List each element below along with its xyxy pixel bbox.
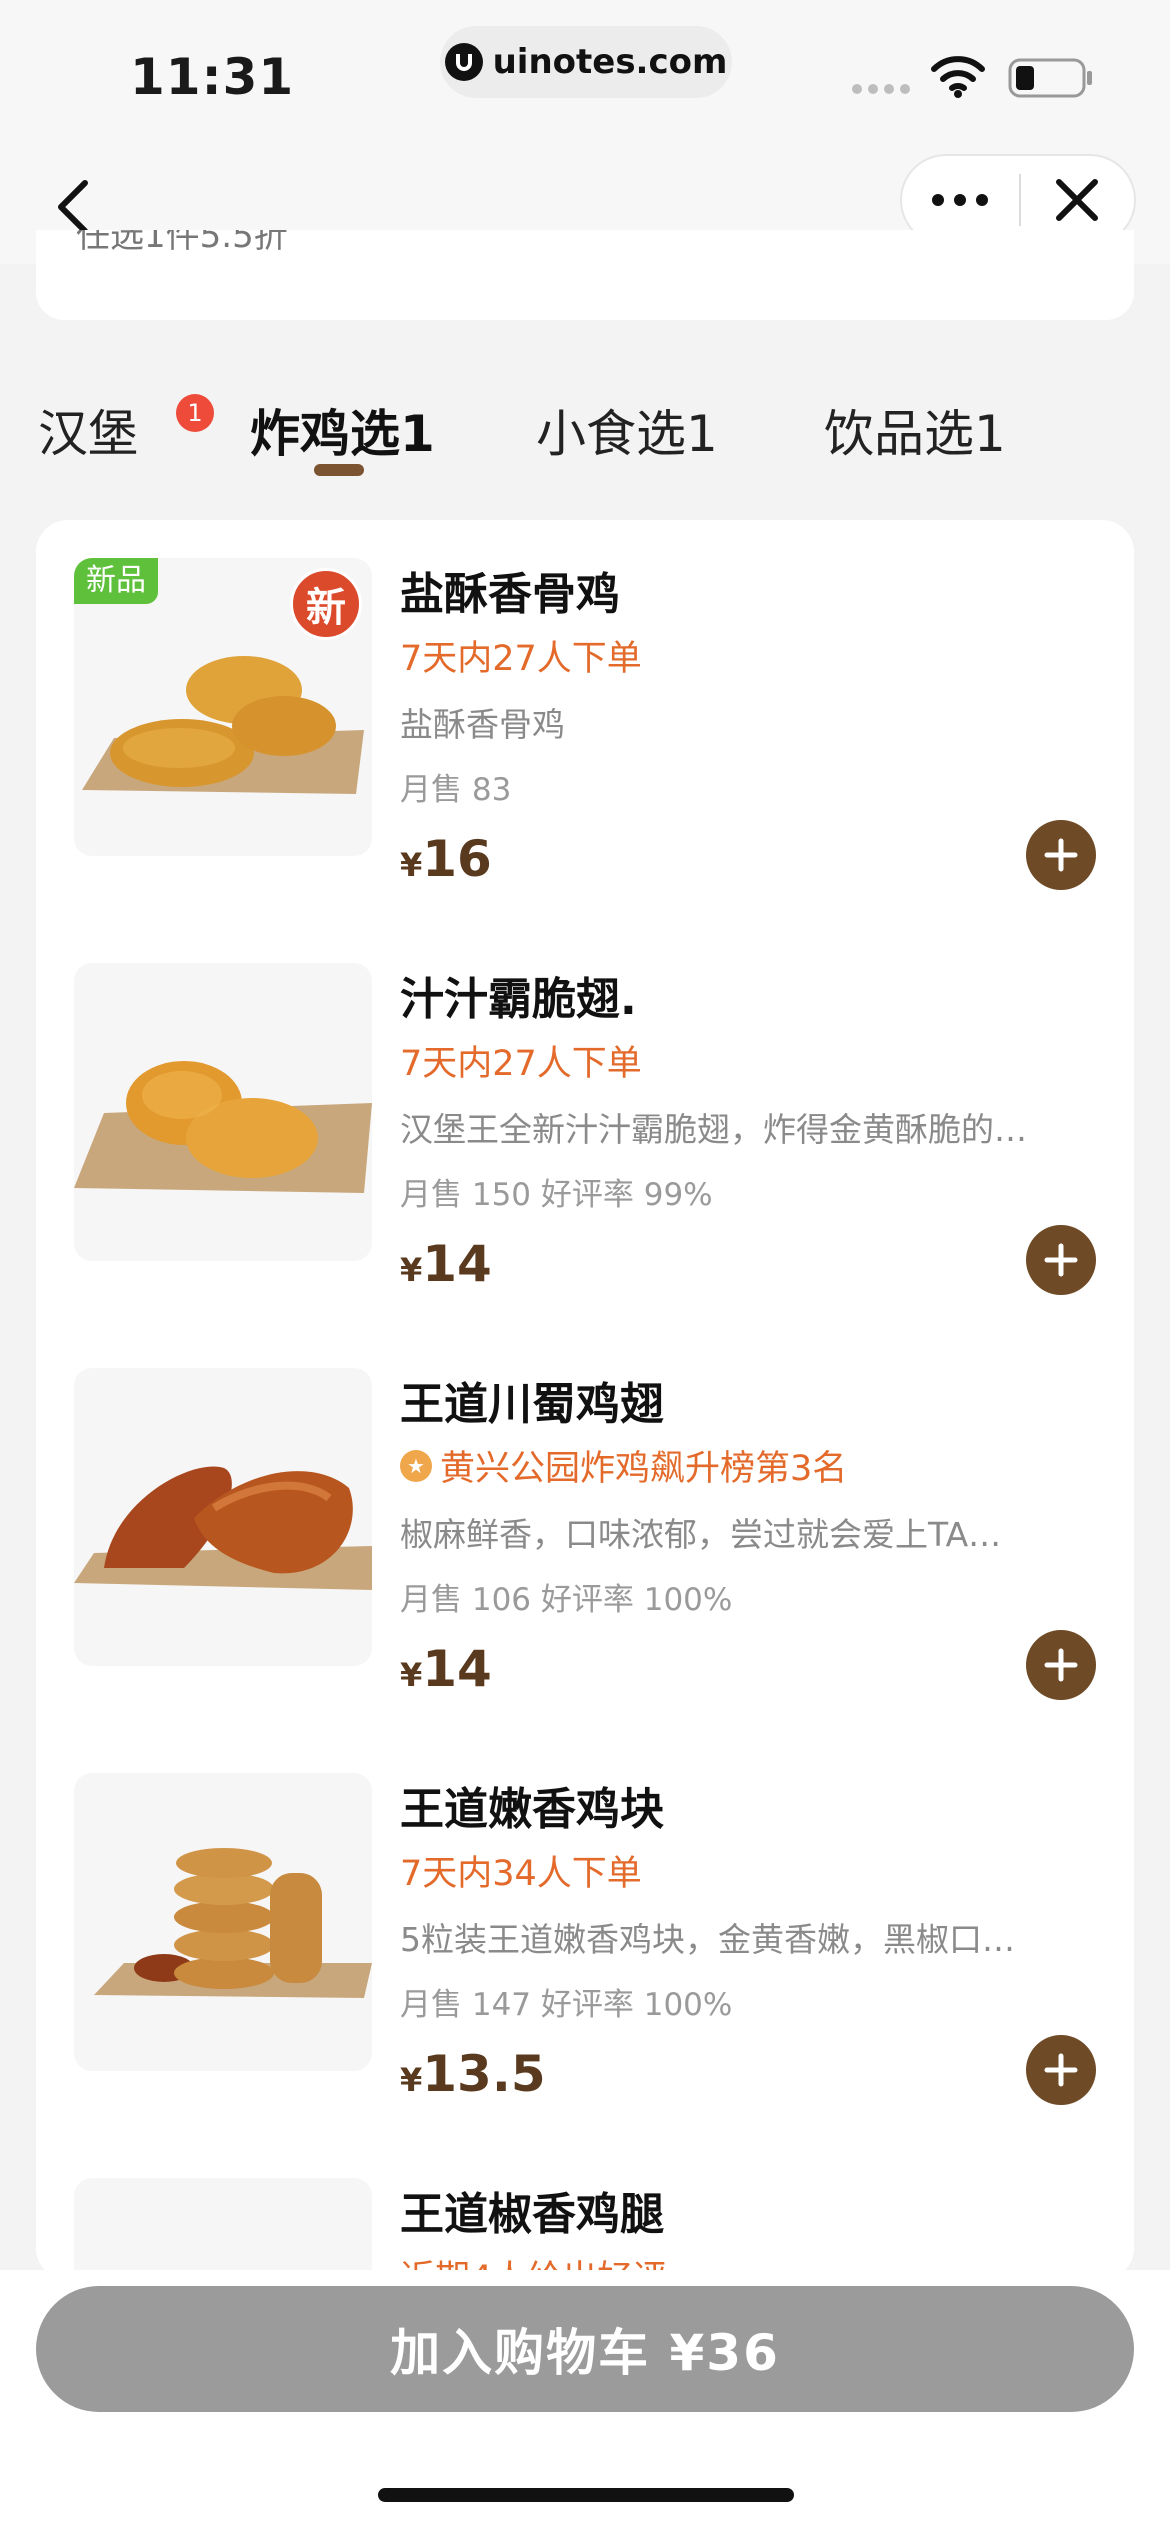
product-image: 新品 新 — [74, 558, 372, 856]
product-name: 王道嫩香鸡块 — [400, 1784, 664, 1835]
product-desc: 5粒装王道嫩香鸡块，金黄香嫩，黑椒口… — [400, 1920, 1015, 1959]
tab-fried-chicken[interactable]: 炸鸡选1 — [250, 394, 435, 466]
product-tag: 7天内34人下单 — [400, 1845, 642, 1896]
product-price: ¥14 — [400, 1235, 492, 1293]
medal-icon: ★ — [400, 1449, 432, 1482]
plus-icon — [1044, 1648, 1078, 1682]
price-value: 14 — [422, 1640, 492, 1698]
add-button[interactable] — [1026, 1225, 1096, 1295]
price-value: 16 — [422, 830, 492, 888]
product-tag: 7天内27人下单 — [400, 1035, 642, 1086]
product-desc: 盐酥香骨鸡 — [400, 705, 565, 744]
tab-label: 汉堡 — [38, 405, 138, 463]
url-text: uinotes.com — [492, 42, 728, 82]
status-bar: 11:31 uinotes.com — [0, 0, 1170, 150]
add-button[interactable] — [1026, 1630, 1096, 1700]
list-item[interactable]: 新品 新 盐酥香骨鸡 7天内27人下单 盐酥香骨鸡 月售 83 ¥16 — [36, 520, 1134, 925]
product-name: 盐酥香骨鸡 — [400, 569, 620, 620]
currency-symbol: ¥ — [400, 1251, 423, 1289]
product-tag-text: 7天内34人下单 — [400, 1854, 642, 1894]
back-chevron-icon — [58, 180, 88, 234]
product-name: 王道川蜀鸡翅 — [400, 1379, 664, 1430]
product-tag-text: 7天内27人下单 — [400, 639, 642, 679]
plus-icon — [1044, 2053, 1078, 2087]
product-desc: 椒麻鲜香，口味浓郁，尝过就会爱上TA… — [400, 1515, 1002, 1554]
tab-snacks[interactable]: 小食选1 — [536, 394, 718, 466]
product-sales: 月售 147 好评率 100% — [400, 1987, 733, 2023]
site-logo-icon — [444, 43, 483, 81]
currency-symbol: ¥ — [400, 2061, 423, 2099]
product-tag-text: 黄兴公园炸鸡飙升榜第3名 — [440, 1449, 848, 1489]
wifi-icon — [931, 56, 985, 98]
product-name: 王道椒香鸡腿 — [400, 2189, 664, 2240]
product-price: ¥13.5 — [400, 2045, 546, 2103]
list-item[interactable]: 王道川蜀鸡翅 ★ 黄兴公园炸鸡飙升榜第3名 椒麻鲜香，口味浓郁，尝过就会爱上TA… — [36, 1330, 1134, 1735]
product-image — [74, 963, 372, 1261]
tab-count-badge: 1 — [176, 394, 214, 432]
product-desc: 汉堡王全新汁汁霸脆翅，炸得金黄酥脆的… — [400, 1110, 1027, 1149]
product-image — [74, 2178, 372, 2280]
product-tag: 7天内27人下单 — [400, 630, 642, 681]
promo-card: 任选1件5.5折 — [36, 230, 1134, 320]
currency-symbol: ¥ — [400, 846, 423, 884]
product-image — [74, 1773, 372, 2071]
price-value: 13.5 — [422, 2045, 546, 2103]
add-to-cart-label: 加入购物车 ¥36 — [390, 2324, 780, 2382]
plus-icon — [1044, 838, 1078, 872]
product-tag-text: 7天内27人下单 — [400, 1044, 642, 1084]
add-button[interactable] — [1026, 2035, 1096, 2105]
product-list: 新品 新 盐酥香骨鸡 7天内27人下单 盐酥香骨鸡 月售 83 ¥16 汁汁霸脆… — [36, 520, 1134, 2280]
add-button[interactable] — [1026, 820, 1096, 890]
list-item[interactable]: 王道椒香鸡腿 近期4人给出好评 — [36, 2140, 1134, 2280]
add-to-cart-button[interactable]: 加入购物车 ¥36 — [36, 2286, 1134, 2412]
product-price: ¥16 — [400, 830, 492, 888]
currency-symbol: ¥ — [400, 1656, 423, 1694]
product-image — [74, 1368, 372, 1666]
list-item[interactable]: 汁汁霸脆翅. 7天内27人下单 汉堡王全新汁汁霸脆翅，炸得金黄酥脆的… 月售 1… — [36, 925, 1134, 1330]
product-sales: 月售 150 好评率 99% — [400, 1177, 713, 1213]
status-time: 11:31 — [130, 48, 295, 106]
product-name: 汁汁霸脆翅. — [400, 974, 637, 1025]
price-value: 14 — [422, 1235, 492, 1293]
more-dots-icon — [932, 194, 989, 206]
url-pill[interactable]: uinotes.com — [440, 26, 732, 98]
category-tabs: 汉堡 1 炸鸡选1 小食选1 饮品选1 — [0, 380, 1170, 490]
tab-label: 饮品选1 — [824, 405, 1006, 463]
promo-text: 任选1件5.5折 — [76, 230, 288, 256]
home-indicator[interactable] — [378, 2488, 794, 2502]
product-tag: ★ 黄兴公园炸鸡飙升榜第3名 — [400, 1440, 847, 1491]
tab-label: 小食选1 — [536, 405, 718, 463]
close-icon — [1056, 179, 1099, 221]
signal-icon — [852, 84, 910, 94]
product-price: ¥14 — [400, 1640, 492, 1698]
active-tab-indicator — [314, 464, 364, 476]
tab-label: 炸鸡选1 — [250, 405, 435, 463]
product-sales: 月售 106 好评率 100% — [400, 1582, 733, 1618]
product-sales: 月售 83 — [400, 772, 512, 808]
tab-drinks[interactable]: 饮品选1 — [824, 394, 1006, 466]
tab-burger[interactable]: 汉堡 1 — [38, 394, 214, 466]
new-product-label: 新品 — [74, 558, 158, 604]
plus-icon — [1044, 1243, 1078, 1277]
battery-icon — [1008, 58, 1092, 98]
new-badge: 新 — [290, 568, 362, 640]
list-item[interactable]: 王道嫩香鸡块 7天内34人下单 5粒装王道嫩香鸡块，金黄香嫩，黑椒口… 月售 1… — [36, 1735, 1134, 2140]
